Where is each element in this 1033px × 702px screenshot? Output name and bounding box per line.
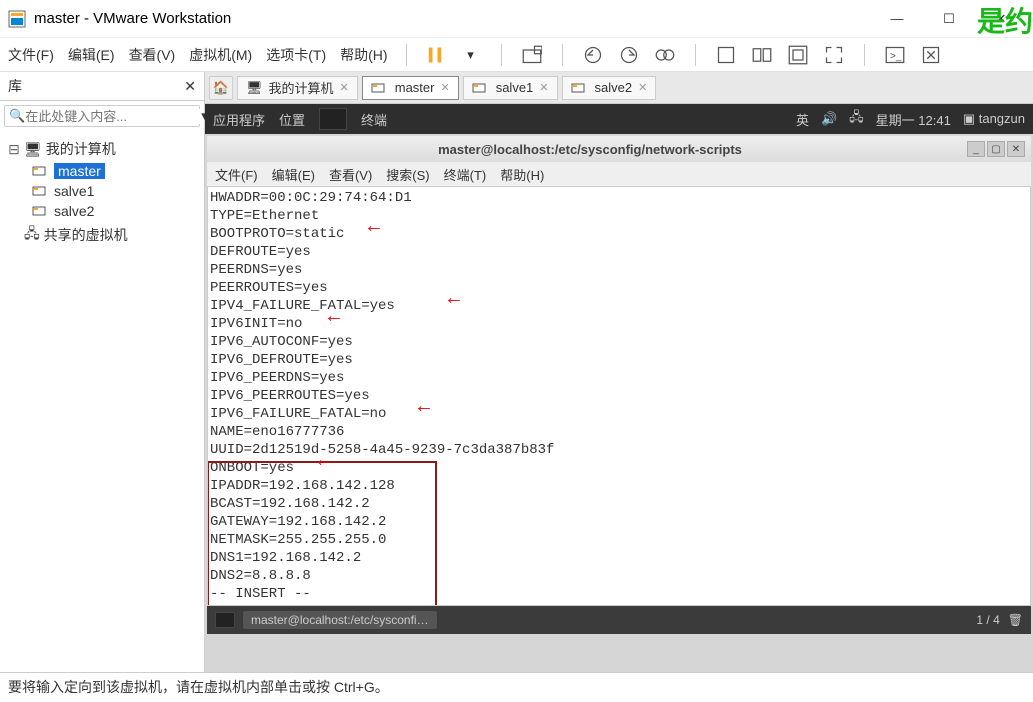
pause-icon[interactable] <box>425 45 445 65</box>
minimize-button[interactable]: — <box>883 11 911 27</box>
annotation-arrow: ← <box>318 453 330 471</box>
fit-icon[interactable] <box>921 45 941 65</box>
term-maximize-button[interactable]: ▢ <box>987 141 1005 157</box>
dropdown-icon[interactable]: ▾ <box>461 45 481 65</box>
snapshot-fwd-icon[interactable] <box>619 45 639 65</box>
gnome-apps-menu[interactable]: 应用程序 <box>213 110 265 129</box>
term-menu-edit[interactable]: 编辑(E) <box>272 165 315 184</box>
term-minimize-button[interactable]: _ <box>967 141 985 157</box>
menu-vm[interactable]: 虚拟机(M) <box>189 45 252 65</box>
unity-view-icon[interactable] <box>788 45 808 65</box>
sidebar-title: 库 <box>8 76 22 96</box>
annotation-arrow: ← <box>368 219 380 237</box>
network-icon[interactable]: 🖧 <box>849 108 864 130</box>
tab-salve1[interactable]: salve1 ✕ <box>463 76 558 100</box>
tab-master[interactable]: master ✕ <box>362 76 459 100</box>
shared-icon: 🖧 <box>24 223 40 247</box>
computer-icon: 🖥 <box>24 141 42 158</box>
tab-salve2[interactable]: salve2 ✕ <box>562 76 657 100</box>
search-box[interactable]: 🔍 ▾ <box>4 105 200 127</box>
vm-icon <box>32 164 46 178</box>
term-close-button[interactable]: ✕ <box>1007 141 1025 157</box>
annotation-arrow: ← <box>448 291 460 309</box>
tab-close-icon[interactable]: ✕ <box>638 81 647 94</box>
input-method-icon[interactable]: 英 <box>796 110 809 129</box>
app-icon <box>8 10 26 28</box>
svg-text:>_: >_ <box>890 50 902 61</box>
single-view-icon[interactable] <box>716 45 736 65</box>
overlay-badge: 是约 <box>977 0 1033 40</box>
separator <box>864 44 865 66</box>
clock[interactable]: 星期一 12:41 <box>876 110 951 129</box>
volume-icon[interactable]: 🔊 <box>821 111 837 127</box>
tree-item-salve2[interactable]: salve2 <box>4 201 200 221</box>
snapshot-manager-icon[interactable] <box>655 45 675 65</box>
collapse-icon[interactable]: ⊟ <box>8 141 20 158</box>
annotation-arrow: ← <box>328 309 340 327</box>
tree-item-master[interactable]: master <box>4 161 200 181</box>
snapshot-back-icon[interactable] <box>583 45 603 65</box>
tab-close-icon[interactable]: ✕ <box>539 81 548 94</box>
tree-root-mycomputer[interactable]: ⊟ 🖥 我的计算机 <box>4 137 200 161</box>
home-button[interactable]: 🏠 <box>209 76 233 100</box>
tab-mycomputer[interactable]: 🖥 我的计算机 ✕ <box>237 76 358 100</box>
statusbar-hint: 要将输入定向到该虚拟机，请在虚拟机内部单击或按 Ctrl+G。 <box>8 677 389 697</box>
tree-item-salve1[interactable]: salve1 <box>4 181 200 201</box>
user-menu[interactable]: ▣ tangzun <box>963 111 1025 127</box>
menu-file[interactable]: 文件(F) <box>8 45 54 65</box>
workspace-pager[interactable]: 1 / 4 <box>976 613 999 627</box>
separator <box>695 44 696 66</box>
term-menu-terminal[interactable]: 终端(T) <box>444 165 487 184</box>
tab-close-icon[interactable]: ✕ <box>340 81 349 94</box>
vm-icon <box>472 81 486 95</box>
taskbar-window-button[interactable]: master@localhost:/etc/sysconfi… <box>243 611 437 629</box>
separator <box>406 44 407 66</box>
sidebar-close-icon[interactable]: ✕ <box>184 78 196 95</box>
term-menu-search[interactable]: 搜索(S) <box>386 165 429 184</box>
separator <box>562 44 563 66</box>
maximize-button[interactable]: ☐ <box>935 11 963 27</box>
term-menu-view[interactable]: 查看(V) <box>329 165 372 184</box>
menu-tabs[interactable]: 选项卡(T) <box>266 45 326 65</box>
tree-shared-vms[interactable]: 🖧 共享的虚拟机 <box>4 221 200 249</box>
console-icon[interactable]: >_ <box>885 45 905 65</box>
terminal-label: 终端 <box>361 110 387 129</box>
separator <box>501 44 502 66</box>
taskbar-terminal-icon[interactable] <box>215 612 235 628</box>
trash-icon[interactable]: 🗑 <box>1008 613 1023 627</box>
search-icon: 🔍 <box>9 108 25 124</box>
split-view-icon[interactable] <box>752 45 772 65</box>
annotation-arrow: ← <box>418 399 430 417</box>
computer-icon: 🖥 <box>246 80 263 96</box>
window-title: master - VMware Workstation <box>34 10 883 27</box>
term-menu-help[interactable]: 帮助(H) <box>500 165 544 184</box>
vm-icon <box>371 81 385 95</box>
terminal-title: master@localhost:/etc/sysconfig/network-… <box>213 142 967 157</box>
vm-icon <box>32 204 46 218</box>
terminal-content[interactable]: HWADDR=00:0C:29:74:64:D1 TYPE=Ethernet B… <box>207 186 1031 606</box>
menu-edit[interactable]: 编辑(E) <box>68 45 115 65</box>
term-menu-file[interactable]: 文件(F) <box>215 165 258 184</box>
tab-close-icon[interactable]: ✕ <box>440 81 449 94</box>
fullscreen-icon[interactable] <box>824 45 844 65</box>
gnome-places-menu[interactable]: 位置 <box>279 110 305 129</box>
highlight-box <box>207 461 437 606</box>
search-input[interactable] <box>25 109 201 124</box>
menu-view[interactable]: 查看(V) <box>129 45 176 65</box>
vm-icon <box>32 184 46 198</box>
terminal-launcher-icon[interactable] <box>319 108 347 130</box>
vm-icon <box>571 81 585 95</box>
screenshot-icon[interactable] <box>522 45 542 65</box>
menu-help[interactable]: 帮助(H) <box>340 45 387 65</box>
